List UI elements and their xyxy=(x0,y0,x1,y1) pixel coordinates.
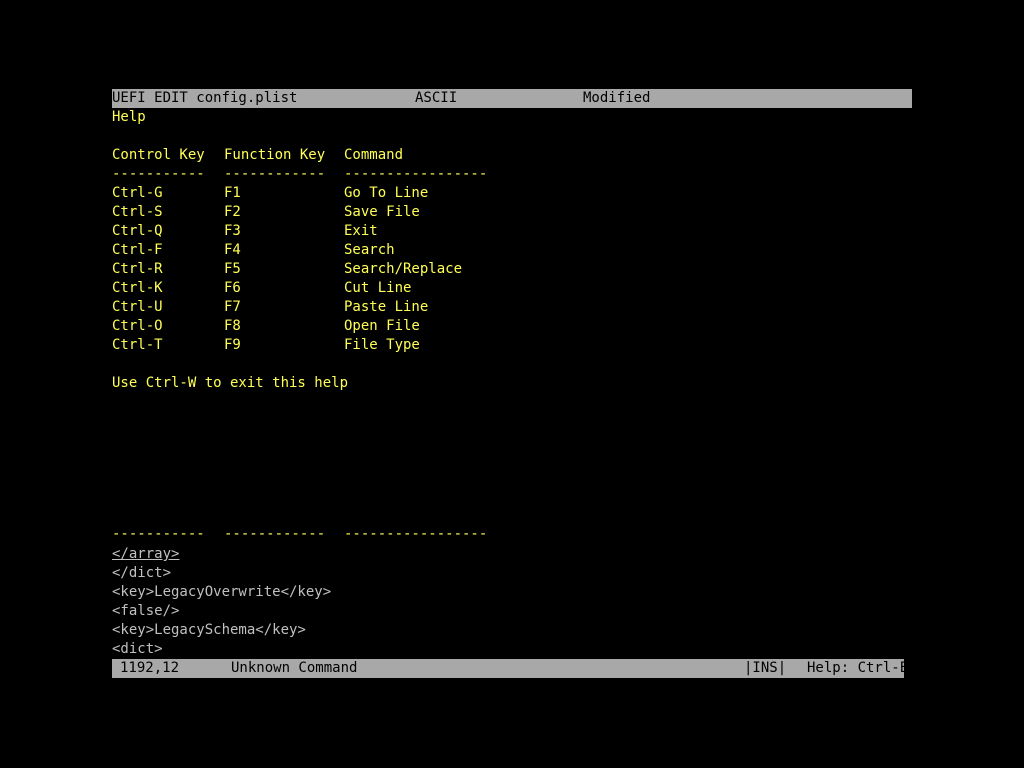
table-row-cmd: Open File xyxy=(344,318,420,334)
table-row-ctrl: Ctrl-T xyxy=(112,337,163,353)
table-row-cmd: Search/Replace xyxy=(344,261,463,277)
help-heading: Help xyxy=(112,109,146,125)
table-row-ctrl: Ctrl-F xyxy=(112,242,163,258)
column-header-control-key: Control Key xyxy=(112,147,205,163)
table-row-fn: F7 xyxy=(224,299,241,315)
separator-function-key: ------------ xyxy=(224,526,326,542)
table-row-cmd: Paste Line xyxy=(344,299,429,315)
table-row-fn: F8 xyxy=(224,318,241,334)
table-row-cmd: Save File xyxy=(344,204,420,220)
editor-line[interactable]: <key>LegacyOverwrite</key> xyxy=(112,583,331,602)
table-row-ctrl: Ctrl-S xyxy=(112,204,163,220)
table-row-ctrl: Ctrl-R xyxy=(112,261,163,277)
separator-control-key: ----------- xyxy=(112,166,205,182)
table-row-fn: F3 xyxy=(224,223,241,239)
table-row-fn: F4 xyxy=(224,242,241,258)
table-row-ctrl: Ctrl-G xyxy=(112,185,163,201)
column-header-command: Command xyxy=(344,147,404,163)
status-bar: 1192,12 Unknown Command |INS| Help: Ctrl… xyxy=(112,659,908,678)
status-message: Unknown Command xyxy=(231,660,358,676)
table-row-fn: F6 xyxy=(224,280,241,296)
table-row-cmd: Exit xyxy=(344,223,378,239)
editor-line[interactable]: <key>LegacySchema</key> xyxy=(112,621,306,640)
help-shortcut-hint: Help: Ctrl-E xyxy=(807,660,909,676)
modified-status: Modified xyxy=(583,90,651,106)
table-row-cmd: Search xyxy=(344,242,395,258)
separator-command: ----------------- xyxy=(344,526,488,542)
table-row-fn: F5 xyxy=(224,261,241,277)
table-row-fn: F2 xyxy=(224,204,241,220)
title-bar: UEFI EDIT config.plist ASCII Modified xyxy=(112,89,912,108)
table-row-cmd: File Type xyxy=(344,337,420,353)
table-row-ctrl: Ctrl-Q xyxy=(112,223,163,239)
table-row-cmd: Cut Line xyxy=(344,280,412,296)
separator-function-key: ------------ xyxy=(224,166,326,182)
table-row-ctrl: Ctrl-U xyxy=(112,299,163,315)
cursor-position: 1192,12 xyxy=(120,660,180,676)
table-row-cmd: Go To Line xyxy=(344,185,429,201)
table-row-ctrl: Ctrl-K xyxy=(112,280,163,296)
editor-line[interactable]: <dict> xyxy=(112,640,163,659)
app-title: UEFI EDIT config.plist xyxy=(112,90,298,106)
table-row-fn: F1 xyxy=(224,185,241,201)
insert-mode-indicator: |INS| xyxy=(744,660,787,676)
editor-line[interactable]: </array> xyxy=(112,545,179,564)
editor-line[interactable]: <false/> xyxy=(112,602,179,621)
table-row-ctrl: Ctrl-O xyxy=(112,318,163,334)
separator-control-key: ----------- xyxy=(112,526,205,542)
editor-line[interactable]: </dict> xyxy=(112,564,171,583)
encoding-label: ASCII xyxy=(415,90,458,106)
terminal-screen: UEFI EDIT config.plist ASCII Modified He… xyxy=(0,0,1024,768)
table-row-fn: F9 xyxy=(224,337,241,353)
column-header-function-key: Function Key xyxy=(224,147,326,163)
exit-help-hint: Use Ctrl-W to exit this help xyxy=(112,375,349,391)
separator-command: ----------------- xyxy=(344,166,488,182)
